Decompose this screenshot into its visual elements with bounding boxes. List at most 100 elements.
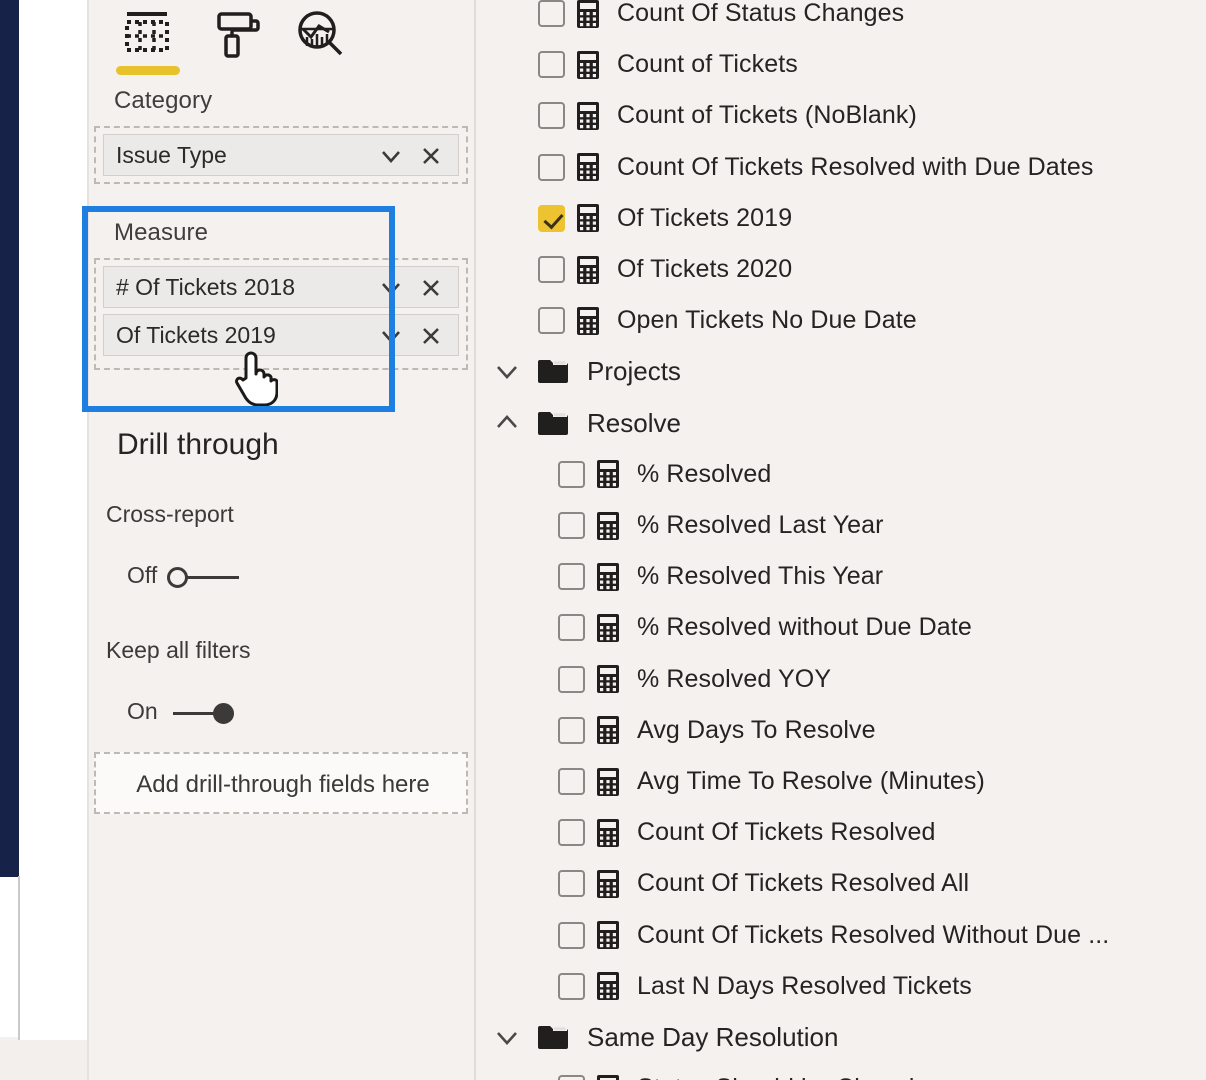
field-item-label: % Resolved Last Year [637,511,884,539]
field-list-item[interactable]: Avg Time To Resolve (Minutes) [558,756,985,807]
field-item-label: Last N Days Resolved Tickets [637,971,972,1000]
close-icon[interactable] [418,275,444,306]
chevron-up-icon[interactable] [490,406,524,440]
field-chip-of-tickets-2019[interactable]: Of Tickets 2019 [103,314,459,356]
field-list-item[interactable]: Of Tickets 2020 [538,244,792,295]
field-list-item[interactable]: Last N Days Resolved Tickets [558,961,972,1012]
measure-calculator-icon [577,0,599,28]
cross-report-label: Cross-report [106,501,234,527]
measure-calculator-icon [597,511,619,540]
close-icon[interactable] [418,323,444,354]
field-checkbox[interactable] [558,460,585,488]
field-list-item[interactable]: Avg Days To Resolve [558,705,876,756]
field-item-label: Count Of Tickets Resolved with Due Dates [617,152,1094,181]
folder-icon [538,411,568,436]
toggle-knob[interactable] [167,567,188,588]
chevron-down-icon[interactable] [378,276,404,305]
field-list-item[interactable]: Count Of Status Changes [538,0,904,39]
field-checkbox[interactable] [558,563,585,591]
field-item-label: Avg Days To Resolve [637,715,876,744]
chevron-down-icon[interactable] [378,324,404,353]
field-item-label: Count Of Tickets Resolved Without Due ..… [637,920,1110,949]
field-list-item[interactable]: Count Of Tickets Resolved All [558,858,969,909]
field-list-item[interactable]: Count Of Tickets Resolved with Due Dates [538,142,1093,193]
field-list-item[interactable]: Count Of Tickets Resolved [558,807,935,858]
field-list-item[interactable]: % Resolved without Due Date [558,602,972,653]
measure-calculator-icon [597,869,619,898]
cross-report-state: Off [127,562,158,588]
field-list-item[interactable]: Of Tickets 2019 [538,193,792,244]
field-checkbox[interactable] [558,512,585,539]
field-folder-row[interactable]: Projects [490,346,681,397]
field-list-item[interactable]: % Resolved Last Year [558,500,884,551]
field-item-label: Of Tickets 2020 [617,255,793,283]
drill-through-drop-zone[interactable]: Add drill-through fields here [94,752,468,814]
tab-format[interactable] [199,8,271,64]
field-checkbox[interactable] [538,51,565,79]
field-item-label: Status Should be Closed [637,1074,914,1080]
field-chip-of-tickets-2018[interactable]: # Of Tickets 2018 [103,266,459,308]
field-folder-row[interactable]: Resolve [490,398,681,449]
field-checkbox[interactable] [558,870,585,898]
field-checkbox[interactable] [558,921,585,949]
measure-calculator-icon [597,921,619,950]
chevron-down-icon[interactable] [490,355,524,389]
field-item-label: % Resolved without Due Date [637,613,972,642]
close-icon[interactable] [418,143,444,174]
field-checkbox[interactable] [558,665,585,693]
measure-calculator-icon [597,665,619,694]
field-list-item[interactable]: % Resolved YOY [558,654,831,705]
analytics-magnifier-icon [285,8,357,60]
chevron-down-icon[interactable] [490,1021,524,1055]
folder-icon [538,359,568,384]
tab-fields[interactable] [111,8,183,64]
field-checkbox[interactable] [538,256,565,283]
field-list-item[interactable]: Count Of Tickets Resolved Without Due ..… [558,910,1109,961]
visualizations-pane: Category Issue Type Measure # Of Tickets… [89,0,474,1080]
power-bi-report-editor: Category Issue Type Measure # Of Tickets… [0,0,1206,1080]
field-well-measure[interactable]: # Of Tickets 2018 Of Tickets 2019 [94,258,468,370]
field-folder-label: Projects [587,356,681,387]
measure-calculator-icon [597,818,619,847]
field-checkbox[interactable] [558,716,585,744]
field-chip-issue-type[interactable]: Issue Type [103,134,459,176]
measure-calculator-icon [577,255,599,284]
measure-calculator-icon [597,972,619,1001]
field-item-label: Count Of Tickets Resolved All [637,869,970,898]
report-canvas-navy-strip [0,0,19,877]
field-checkbox[interactable] [538,102,565,130]
field-checkbox[interactable] [558,972,585,1000]
field-folder-row[interactable]: Same Day Resolution [490,1012,838,1063]
field-well-category[interactable]: Issue Type [94,126,468,184]
measure-calculator-icon [597,716,619,745]
drill-through-placeholder-text: Add drill-through fields here [101,758,465,812]
field-folder-label: Same Day Resolution [587,1022,839,1052]
field-item-label: Count Of Tickets Resolved [637,818,936,847]
field-list-item[interactable]: Open Tickets No Due Date [538,295,917,346]
field-checkbox[interactable] [538,307,565,335]
field-chip-label: Issue Type [116,142,227,168]
field-checkbox[interactable] [558,1075,585,1080]
fields-pane[interactable]: Count Of Status Changes Count of Tickets C… [476,0,1206,1080]
report-canvas-edge-line [18,876,20,1040]
field-list-item[interactable]: Count of Tickets (NoBlank) [538,90,917,141]
field-checkbox[interactable] [538,153,565,181]
field-list-item[interactable]: % Resolved This Year [558,551,883,602]
field-item-label: Open Tickets No Due Date [617,306,917,335]
well-label-category: Category [114,87,213,114]
field-checkbox[interactable] [558,768,585,795]
tab-analytics[interactable] [285,8,357,64]
report-canvas-bottom-fill [0,877,19,1037]
field-list-item[interactable]: Count of Tickets [538,39,798,90]
measure-calculator-icon [597,1074,619,1080]
field-chip-label: # Of Tickets 2018 [116,274,295,300]
chevron-down-icon[interactable] [378,144,404,173]
well-label-measure: Measure [114,219,209,246]
field-list-item[interactable]: % Resolved [558,449,771,500]
field-checkbox[interactable] [538,204,565,232]
field-checkbox[interactable] [538,0,565,27]
field-checkbox[interactable] [558,614,585,642]
toggle-knob[interactable] [213,703,234,724]
field-list-item[interactable]: Status Should be Closed [558,1063,914,1080]
field-checkbox[interactable] [558,819,585,847]
